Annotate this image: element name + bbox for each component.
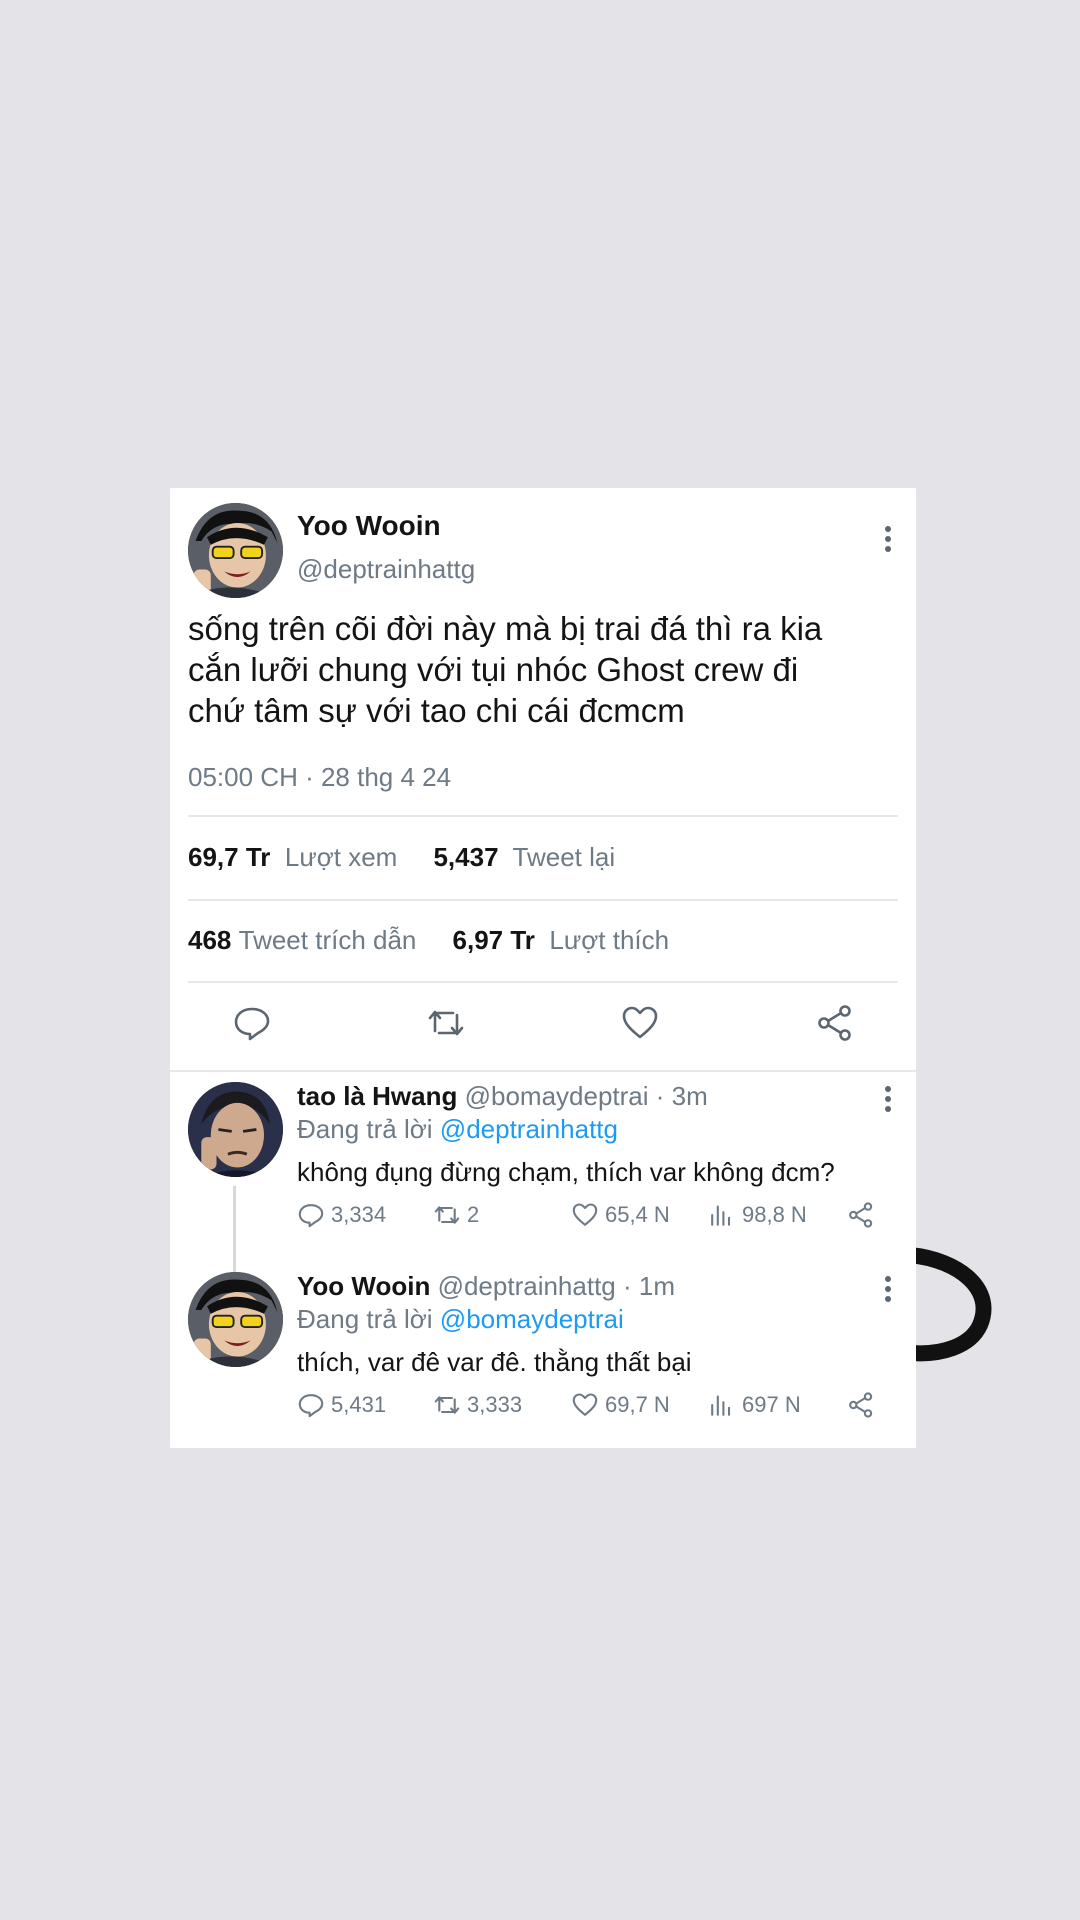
like-icon <box>572 1393 598 1416</box>
share-icon[interactable] <box>815 1003 855 1043</box>
reply-author-handle[interactable]: @bomaydeptrai · 3m <box>465 1081 708 1111</box>
reply-header: Yoo Wooin @deptrainhattg · 1m <box>297 1271 675 1302</box>
replying-label: Đang trả lời <box>297 1114 433 1144</box>
scribble-doodle <box>902 1247 992 1362</box>
mention-link[interactable]: @deptrainhattg <box>440 1114 618 1144</box>
comment-count: 3,334 <box>331 1202 387 1227</box>
like-icon <box>572 1203 598 1226</box>
divider <box>188 981 898 983</box>
retweet-icon <box>434 1396 460 1414</box>
quotes-stat[interactable]: 468 Tweet trích dẫn <box>188 925 416 955</box>
retweet-count: 2 <box>467 1202 480 1227</box>
author-name[interactable]: Yoo Wooin <box>297 510 441 542</box>
retweet-icon <box>434 1206 460 1224</box>
more-icon[interactable] <box>876 1082 900 1116</box>
divider <box>188 815 898 817</box>
like-action[interactable]: 69,7 N <box>571 1388 670 1422</box>
reply-icon <box>298 1204 324 1228</box>
avatar-illustration <box>188 503 283 598</box>
share-icon <box>849 1392 873 1418</box>
reply-tweet[interactable]: tao là Hwang @bomaydeptrai · 3m Đang trả… <box>170 1070 916 1260</box>
likes-stat[interactable]: 6,97 Tr Lượt thích <box>453 925 670 955</box>
tweet-card: Yoo Wooin @deptrainhattg sống trên cõi đ… <box>170 488 916 1448</box>
retweets-label: Tweet lại <box>512 842 616 872</box>
replying-label: Đang trả lời <box>297 1304 433 1334</box>
reply-icon[interactable] <box>232 1003 272 1043</box>
main-tweet: Yoo Wooin @deptrainhattg sống trên cõi đ… <box>170 488 916 1070</box>
reply-text: thích, var đê var đê. thằng thất bại <box>297 1347 692 1377</box>
views-action[interactable]: 697 N <box>708 1388 801 1422</box>
retweet-action[interactable]: 2 <box>433 1198 479 1232</box>
reply-text: không đụng đừng chạm, thích var không đc… <box>297 1157 835 1187</box>
views-icon <box>711 1395 731 1416</box>
tweet-text-line: cắn lưỡi chung với tụi nhóc Ghost crew đ… <box>188 651 799 688</box>
replying-to: Đang trả lời @bomaydeptrai <box>297 1304 624 1335</box>
tweet-text: sống trên cõi đời này mà bị trai đá thì … <box>188 608 898 731</box>
tweet-text-line: chứ tâm sự với tao chi cái đcmcm <box>188 692 685 729</box>
reply-header: tao là Hwang @bomaydeptrai · 3m <box>297 1081 708 1112</box>
reply-author-handle[interactable]: @deptrainhattg · 1m <box>438 1271 675 1301</box>
quotes-count: 468 <box>188 925 232 955</box>
retweet-count: 3,333 <box>467 1392 523 1417</box>
quotes-label: Tweet trích dẫn <box>238 925 417 955</box>
author-handle[interactable]: @deptrainhattg <box>297 554 475 585</box>
author-avatar[interactable] <box>188 503 283 598</box>
likes-count: 6,97 Tr <box>452 925 535 955</box>
reply-author-name[interactable]: Yoo Wooin <box>297 1271 430 1301</box>
like-icon[interactable] <box>620 1003 660 1043</box>
retweets-count: 5,437 <box>433 842 499 872</box>
avatar-illustration <box>188 1272 283 1367</box>
tweet-text-line: sống trên cõi đời này mà bị trai đá thì … <box>188 610 823 647</box>
like-action[interactable]: 65,4 N <box>571 1198 670 1232</box>
likes-label: Lượt thích <box>549 925 670 955</box>
stats-row-1: 69,7 Tr Lượt xem 5,437 Tweet lại <box>188 842 615 873</box>
reply-author-name[interactable]: tao là Hwang <box>297 1081 457 1111</box>
reply-tweet[interactable]: Yoo Wooin @deptrainhattg · 1m Đang trả l… <box>170 1260 916 1448</box>
reply-icon <box>298 1394 324 1418</box>
views-label: Lượt xem <box>284 842 398 872</box>
retweet-action[interactable]: 3,333 <box>433 1388 522 1422</box>
comment-action[interactable]: 3,334 <box>297 1198 386 1232</box>
more-icon[interactable] <box>876 1272 900 1306</box>
replying-to: Đang trả lời @deptrainhattg <box>297 1114 618 1145</box>
retweets-stat[interactable]: 5,437 Tweet lại <box>433 842 615 872</box>
reply-avatar[interactable] <box>188 1082 283 1177</box>
avatar-illustration <box>188 1082 283 1177</box>
views-action[interactable]: 98,8 N <box>708 1198 807 1232</box>
reply-avatar[interactable] <box>188 1272 283 1367</box>
comment-count: 5,431 <box>331 1392 387 1417</box>
reply-actions: 5,431 3,333 69,7 N 697 N <box>297 1388 897 1422</box>
retweet-icon[interactable] <box>426 1003 466 1043</box>
views-count: 98,8 N <box>742 1202 807 1227</box>
views-count: 69,7 Tr <box>188 842 271 872</box>
share-action[interactable] <box>847 1198 875 1232</box>
more-icon[interactable] <box>876 522 900 556</box>
share-action[interactable] <box>847 1388 875 1422</box>
stats-row-2: 468 Tweet trích dẫn 6,97 Tr Lượt thích <box>188 925 669 956</box>
views-icon <box>711 1205 731 1226</box>
reply-actions: 3,334 2 65,4 N 98,8 N <box>297 1198 897 1232</box>
like-count: 65,4 N <box>605 1202 670 1227</box>
views-count: 697 N <box>742 1392 801 1417</box>
mention-link[interactable]: @bomaydeptrai <box>440 1304 624 1334</box>
divider <box>188 899 898 901</box>
share-icon <box>849 1202 873 1228</box>
tweet-timestamp[interactable]: 05:00 CH · 28 thg 4 24 <box>188 762 451 793</box>
views-stat[interactable]: 69,7 Tr Lượt xem <box>188 842 397 872</box>
comment-action[interactable]: 5,431 <box>297 1388 386 1422</box>
like-count: 69,7 N <box>605 1392 670 1417</box>
